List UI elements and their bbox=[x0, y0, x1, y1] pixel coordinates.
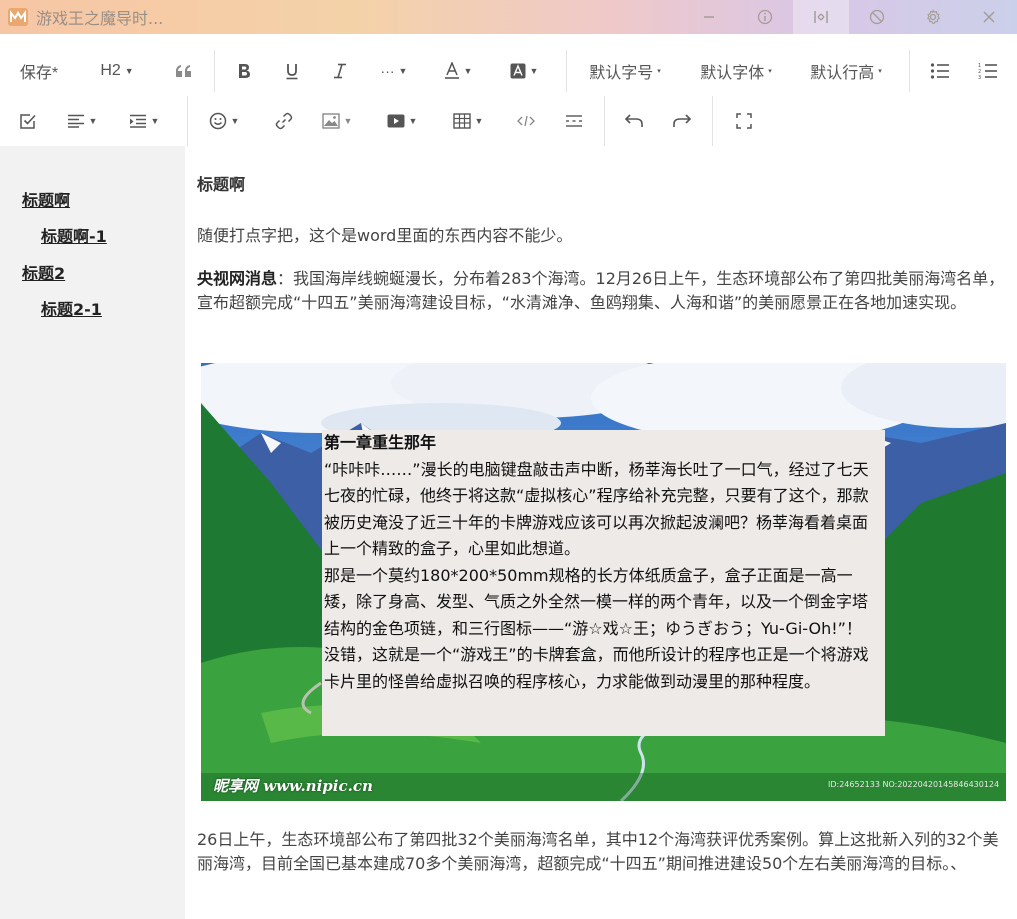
font-size-label: 默认字号 bbox=[589, 65, 654, 82]
indent-dropdown[interactable]: ▼ bbox=[122, 96, 166, 146]
bold-button[interactable] bbox=[226, 46, 262, 96]
paragraph: 央视网消息：我国海岸线蜿蜒漫长，分布着283个海湾。12月26日上午，生态环境部… bbox=[197, 267, 1005, 315]
checkbox-icon bbox=[20, 114, 36, 129]
fullscreen-icon bbox=[736, 113, 752, 129]
undo-button[interactable] bbox=[616, 96, 652, 146]
news-text: ：我国海岸线蜿蜒漫长，分布着283个海湾。12月26日上午，生态环境部公布了第四… bbox=[197, 269, 1005, 312]
ban-icon bbox=[869, 9, 885, 25]
disable-button[interactable] bbox=[849, 0, 905, 34]
table-dropdown[interactable]: ▼ bbox=[446, 96, 490, 146]
split-view-button[interactable] bbox=[793, 0, 849, 34]
close-button[interactable] bbox=[961, 0, 1017, 34]
heading-dropdown[interactable]: H2 ▼ bbox=[88, 46, 146, 96]
font-family-dropdown[interactable]: 默认字体 ▾ bbox=[690, 46, 782, 96]
fullscreen-button[interactable] bbox=[726, 96, 762, 146]
align-icon bbox=[67, 114, 84, 128]
image-watermark: 昵享网 www.nipic.cn bbox=[213, 777, 373, 795]
app-logo-icon bbox=[8, 8, 28, 26]
window-title: 游戏王之魔导时... bbox=[36, 9, 164, 28]
close-icon bbox=[983, 11, 995, 23]
table-icon bbox=[452, 113, 471, 129]
underline-button[interactable] bbox=[274, 46, 310, 96]
video-dropdown[interactable]: ▼ bbox=[380, 96, 424, 146]
code-icon bbox=[517, 115, 535, 127]
overlay-paragraph: 那是一个莫约180*200*50mm规格的长方体纸质盒子，盒子正面是一高一矮，除… bbox=[324, 565, 869, 638]
settings-button[interactable] bbox=[905, 0, 961, 34]
emoji-dropdown[interactable]: ▼ bbox=[202, 96, 246, 146]
info-icon bbox=[757, 9, 773, 25]
font-color-dropdown[interactable]: ▼ bbox=[436, 46, 480, 96]
outline-item[interactable]: 标题2 bbox=[22, 260, 65, 284]
line-height-dropdown[interactable]: 默认行高 ▾ bbox=[800, 46, 892, 96]
minimize-button[interactable] bbox=[681, 0, 737, 34]
overlay-paragraph: “咔咔咔……”漫长的电脑键盘敲击声中断，杨莘海长吐了一口气，经过了七天七夜的忙碌… bbox=[324, 459, 869, 559]
emoji-icon bbox=[209, 112, 226, 130]
more-dropdown[interactable]: ··· ▼ bbox=[374, 46, 414, 96]
font-color-icon bbox=[444, 62, 459, 79]
italic-icon bbox=[334, 63, 346, 79]
divider-button[interactable] bbox=[556, 96, 592, 146]
paragraph: 26日上午，生态环境部公布了第四批32个美丽海湾名单，其中12个海湾获评优秀案例… bbox=[197, 830, 999, 873]
chapter-title: 第一章重生那年 bbox=[324, 433, 437, 452]
minimize-icon bbox=[704, 16, 714, 18]
gear-icon bbox=[926, 9, 941, 25]
quote-button[interactable] bbox=[166, 46, 202, 96]
image-dropdown[interactable]: ▼ bbox=[316, 96, 358, 146]
save-button[interactable]: 保存* bbox=[8, 46, 70, 96]
bold-icon bbox=[239, 64, 250, 78]
font-family-label: 默认字体 bbox=[700, 65, 765, 82]
numbered-list-icon: 123 bbox=[978, 63, 997, 80]
save-label: 保存* bbox=[19, 65, 59, 82]
link-icon bbox=[275, 112, 293, 130]
overlay-paragraph: 没错，这就是一个“游戏王”的卡牌套盒，而他所设计的程序也正是一个将游戏卡片里的怪… bbox=[324, 645, 869, 691]
align-dropdown[interactable]: ▼ bbox=[60, 96, 104, 146]
title-bar: 游戏王之魔导时... bbox=[0, 0, 1017, 34]
outline-item[interactable]: 标题啊 bbox=[22, 187, 70, 211]
video-icon bbox=[387, 114, 405, 128]
undo-icon bbox=[625, 114, 643, 127]
font-size-dropdown[interactable]: 默认字号 ▾ bbox=[580, 46, 670, 96]
checklist-button[interactable] bbox=[10, 96, 46, 146]
image-watermark-id: ID:24652133 NO:20220420145846430124 bbox=[828, 780, 1000, 789]
outline-item[interactable]: 标题2-1 bbox=[41, 296, 102, 320]
content-heading: 标题啊 bbox=[197, 175, 246, 194]
background-color-icon bbox=[510, 63, 526, 79]
info-button[interactable] bbox=[737, 0, 793, 34]
line-height-label: 默认行高 bbox=[810, 65, 875, 82]
code-button[interactable] bbox=[508, 96, 544, 146]
bullet-list-button[interactable] bbox=[922, 46, 958, 96]
paragraph: 随便打点字把，这个是word里面的东西内容不能少。 bbox=[197, 226, 573, 245]
outline-item[interactable]: 标题啊-1 bbox=[41, 223, 107, 247]
divider-icon bbox=[566, 115, 582, 127]
split-view-icon bbox=[814, 11, 828, 23]
link-button[interactable] bbox=[266, 96, 302, 146]
numbered-list-button[interactable]: 123 bbox=[970, 46, 1006, 96]
news-source: 央视网消息 bbox=[197, 269, 278, 288]
more-icon: ··· bbox=[380, 63, 395, 79]
image-icon bbox=[321, 113, 340, 129]
outline-sidebar: 标题啊 标题啊-1 标题2 标题2-1 bbox=[0, 146, 185, 919]
underline-icon bbox=[286, 63, 298, 79]
bullet-list-icon bbox=[930, 63, 949, 79]
redo-icon bbox=[673, 114, 691, 127]
text-overlay[interactable]: 第一章重生那年 “咔咔咔……”漫长的电脑键盘敲击声中断，杨莘海长吐了一口气，经过… bbox=[322, 430, 885, 736]
italic-button[interactable] bbox=[322, 46, 358, 96]
svg-text:3: 3 bbox=[978, 75, 981, 80]
redo-button[interactable] bbox=[664, 96, 700, 146]
editor-toolbar: 保存* H2 ▼ ··· ▼ ▼ ▼ 默认字号 ▾ 默认字体 ▾ 默认行高 ▾ … bbox=[0, 46, 1017, 146]
quote-icon bbox=[176, 65, 191, 77]
indent-icon bbox=[129, 114, 146, 128]
background-color-dropdown[interactable]: ▼ bbox=[502, 46, 546, 96]
heading-label: H2 bbox=[100, 62, 121, 79]
